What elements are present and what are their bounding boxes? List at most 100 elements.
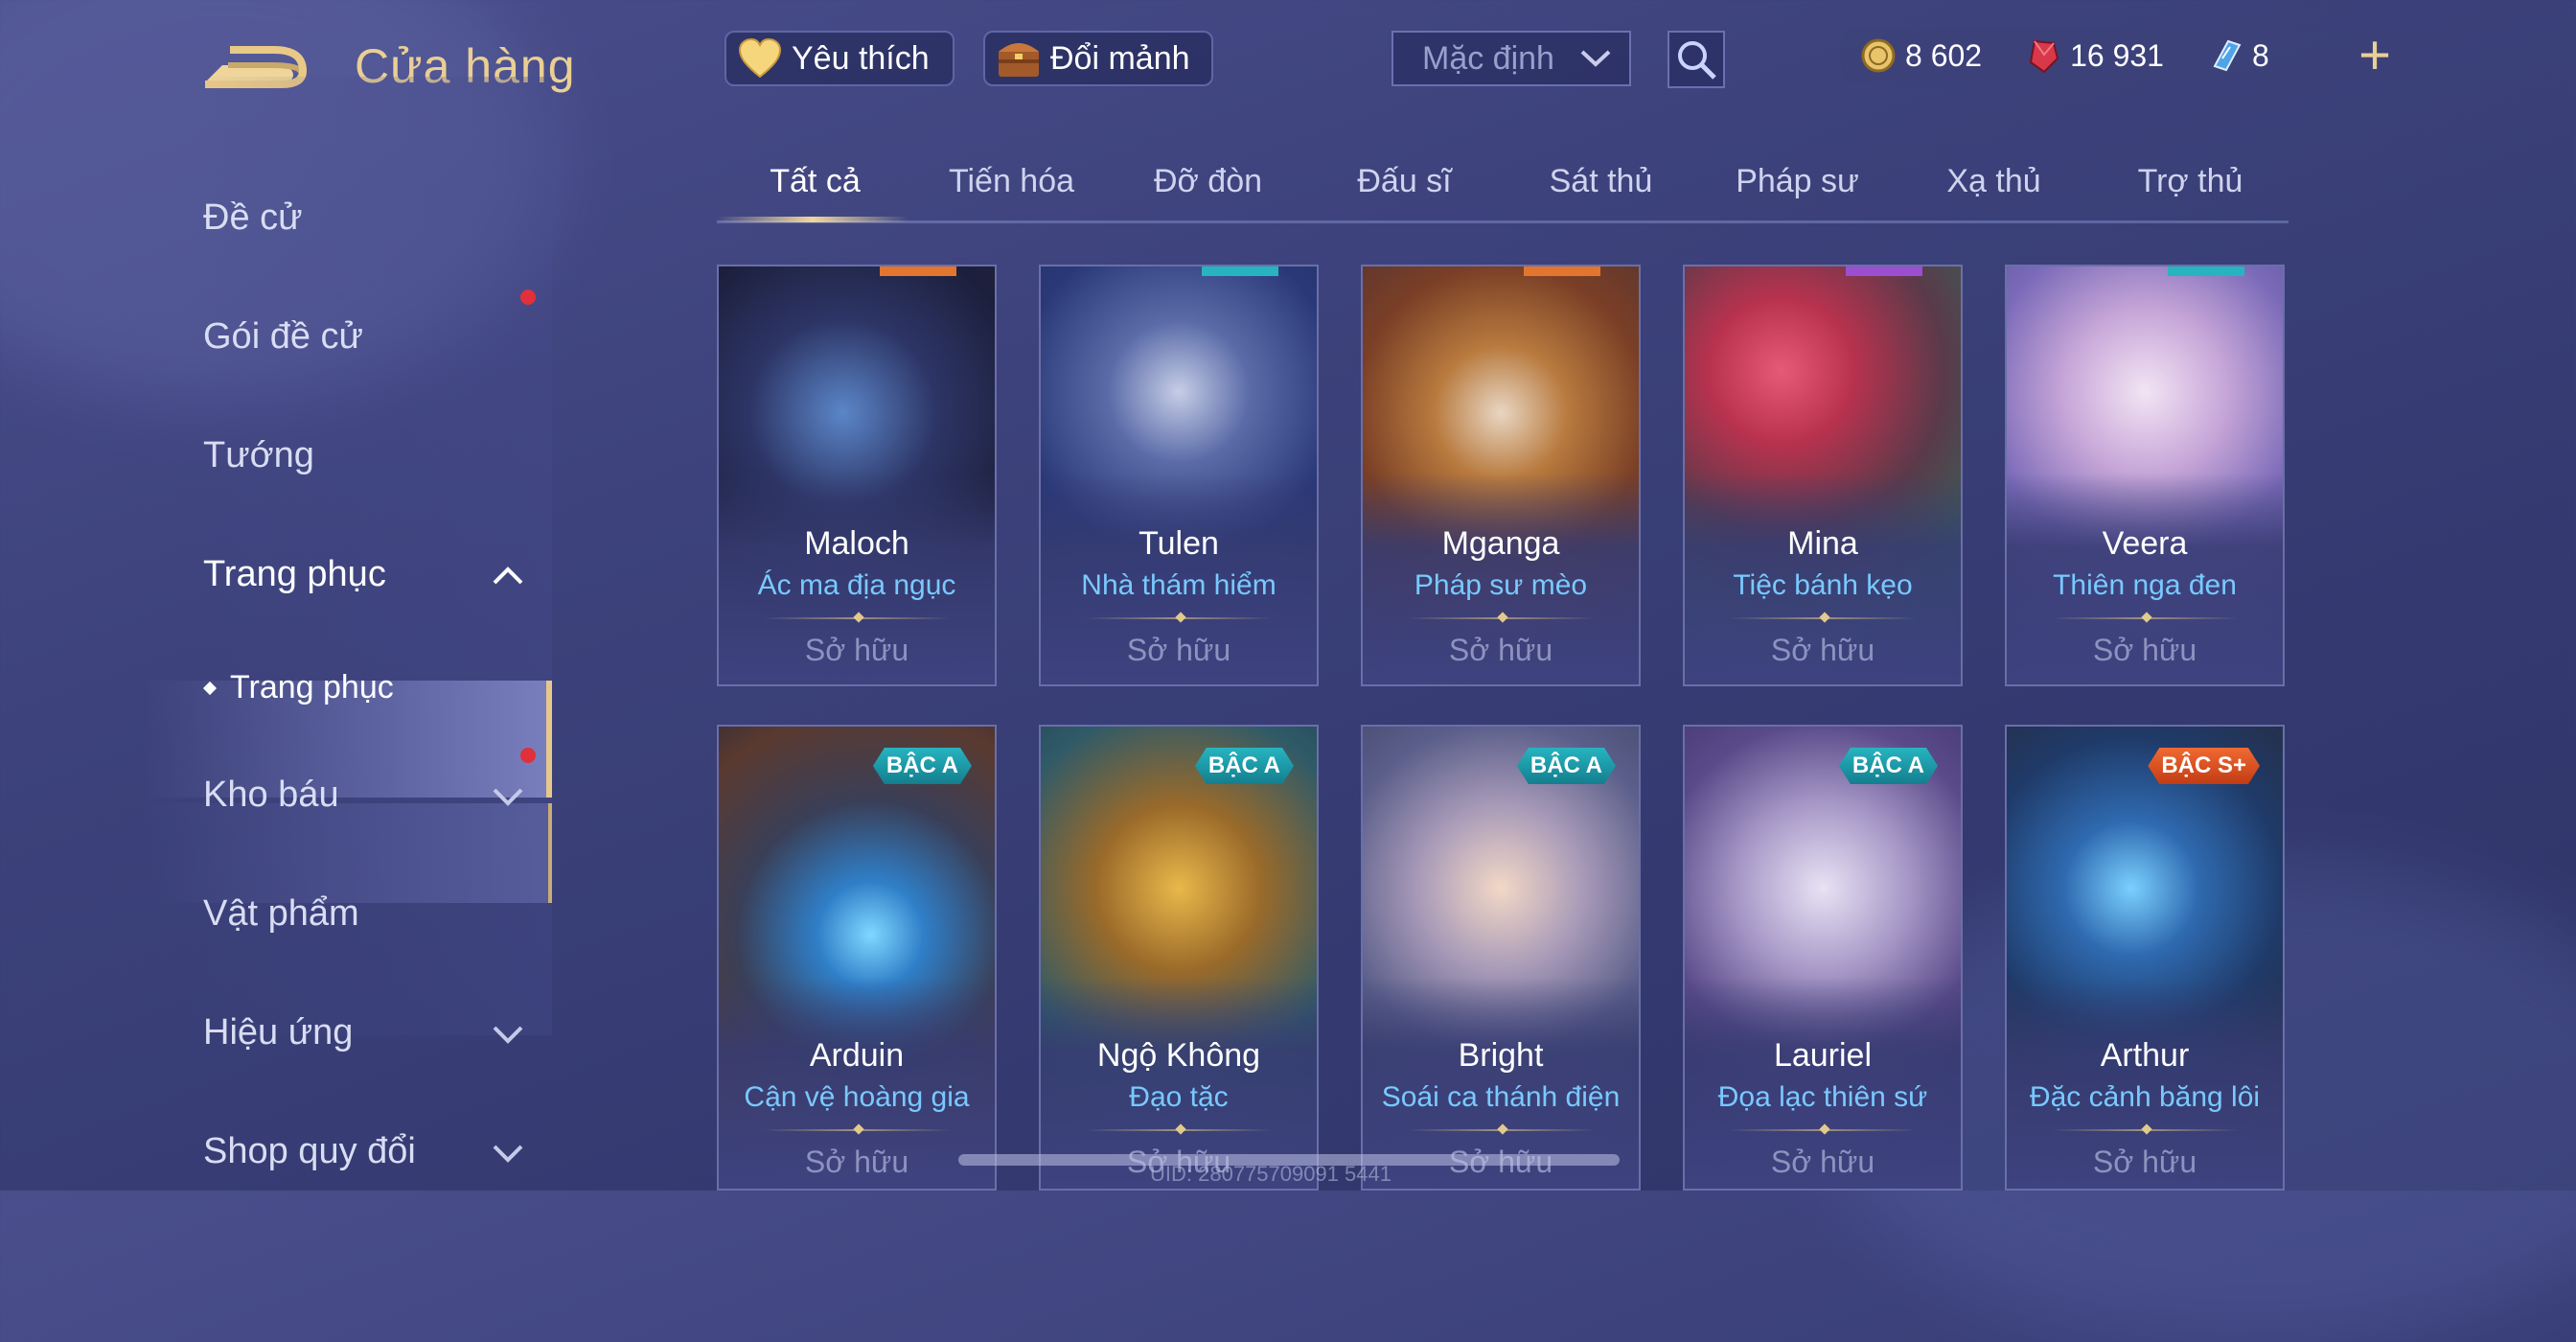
skin-name: Cận vệ hoàng gia xyxy=(744,1081,970,1113)
active-tab-indicator xyxy=(717,217,908,222)
sidebar-item-recommended-bundles[interactable]: Gói đề cử xyxy=(203,316,363,358)
sidebar-item-exchange-shop[interactable]: Shop quy đổi xyxy=(203,1131,416,1172)
gold-coin-icon xyxy=(1859,36,1898,75)
notification-badge xyxy=(520,289,536,305)
tab-all[interactable]: Tất cả xyxy=(717,163,913,200)
skin-card[interactable]: Mganga Pháp sư mèo Sở hữu xyxy=(1361,265,1641,686)
skin-name: Ác ma địa ngục xyxy=(757,569,956,601)
hero-name: Arthur xyxy=(2100,1037,2190,1074)
sidebar: Đề cử Gói đề cử Tướng Trang phục Trang p… xyxy=(0,163,556,1191)
sidebar-subitem-highlight xyxy=(144,803,552,903)
gold-balance: 8 602 xyxy=(1859,36,1982,75)
hero-name: Tulen xyxy=(1138,525,1219,562)
owned-status: Sở hữu xyxy=(804,633,909,667)
sidebar-subitem-label: Trang phục xyxy=(230,669,394,706)
skin-card[interactable]: Maloch Ác ma địa ngục Sở hữu xyxy=(717,265,997,686)
tier-badge: BẬC A xyxy=(873,748,972,784)
skin-card[interactable]: BẬC A Arduin Cận vệ hoàng gia Sở hữu xyxy=(717,725,997,1191)
currency-bar: 8 602 16 931 8 xyxy=(1842,29,2417,82)
treasure-chest-icon xyxy=(995,36,1043,81)
tab-marksman[interactable]: Xạ thủ xyxy=(1896,163,2092,200)
sidebar-item-recommended[interactable]: Đề cử xyxy=(203,197,303,239)
skin-name: Nhà thám hiểm xyxy=(1081,569,1276,601)
tab-assassin[interactable]: Sát thủ xyxy=(1503,163,1699,200)
voucher-value: 8 xyxy=(2251,37,2269,73)
owned-status: Sở hữu xyxy=(2092,1145,2197,1179)
tier-badge-partial xyxy=(1202,266,1278,276)
skin-card[interactable]: BẬC A Ngộ Không Đạo tặc Sở hữu xyxy=(1039,725,1319,1191)
ruby-balance: 16 931 xyxy=(2024,36,2164,75)
search-button[interactable] xyxy=(1668,31,1725,88)
skin-card[interactable]: BẬC S+ Arthur Đặc cảnh băng lôi Sở hữu xyxy=(2005,725,2285,1191)
skin-name: Pháp sư mèo xyxy=(1414,569,1588,601)
owned-status: Sở hữu xyxy=(1770,633,1875,667)
tier-badge: BẬC A xyxy=(1517,748,1616,784)
hero-name: Maloch xyxy=(804,525,909,562)
sort-dropdown-value: Mặc định xyxy=(1422,39,1554,77)
favorites-button[interactable]: Yêu thích xyxy=(724,31,954,86)
owned-status: Sở hữu xyxy=(804,1145,909,1179)
sidebar-item-heroes[interactable]: Tướng xyxy=(203,435,314,476)
exchange-shards-button[interactable]: Đổi mảnh xyxy=(983,31,1213,86)
skin-name: Tiệc bánh kẹo xyxy=(1733,569,1913,601)
search-icon xyxy=(1678,41,1716,80)
tab-support[interactable]: Trợ thủ xyxy=(2092,163,2288,200)
hero-name: Lauriel xyxy=(1773,1037,1873,1074)
heart-icon xyxy=(736,36,784,81)
tier-badge-partial xyxy=(1846,266,1922,276)
sidebar-subitem-skins[interactable]: Trang phục xyxy=(202,669,394,706)
exchange-shards-label: Đổi mảnh xyxy=(1050,39,1190,77)
voucher-icon xyxy=(2206,36,2244,75)
tier-badge-partial xyxy=(1524,266,1600,276)
gold-value: 8 602 xyxy=(1905,37,1983,73)
owned-status: Sở hữu xyxy=(1448,633,1553,667)
sidebar-item-effects[interactable]: Hiệu ứng xyxy=(203,1012,353,1053)
hero-name: Ngộ Không xyxy=(1096,1037,1261,1074)
voucher-balance: 8 xyxy=(2206,36,2269,75)
add-currency-button[interactable]: + xyxy=(2348,28,2402,83)
sort-dropdown[interactable]: Mặc định xyxy=(1392,31,1631,86)
tab-tank[interactable]: Đỡ đòn xyxy=(1110,163,1306,200)
tier-badge: BẬC A xyxy=(1839,748,1938,784)
skin-card[interactable]: Tulen Nhà thám hiểm Sở hữu xyxy=(1039,265,1319,686)
sidebar-item-items[interactable]: Vật phẩm xyxy=(203,893,359,935)
ruby-gem-icon xyxy=(2024,36,2062,75)
hero-name: Mganga xyxy=(1441,525,1560,562)
skin-name: Soái ca thánh điện xyxy=(1381,1081,1621,1113)
tab-warrior[interactable]: Đấu sĩ xyxy=(1306,163,1503,200)
hero-name: Veera xyxy=(2102,525,2188,562)
skin-name: Đạo tặc xyxy=(1129,1081,1229,1113)
skin-name: Đọa lạc thiên sứ xyxy=(1717,1081,1928,1113)
skin-card[interactable]: Mina Tiệc bánh kẹo Sở hữu xyxy=(1683,265,1963,686)
chevron-down-icon xyxy=(493,1026,523,1044)
hero-name: Arduin xyxy=(809,1037,905,1074)
hero-name: Mina xyxy=(1787,525,1858,562)
tier-badge-partial xyxy=(880,266,956,276)
chevron-down-icon xyxy=(493,1145,523,1163)
tab-evolution[interactable]: Tiến hóa xyxy=(913,163,1110,200)
chevron-down-icon xyxy=(1580,50,1611,67)
favorites-label: Yêu thích xyxy=(792,39,930,77)
category-tabs: Tất cả Tiến hóa Đỡ đòn Đấu sĩ Sát thủ Ph… xyxy=(717,163,2288,224)
skin-card[interactable]: BẬC A Lauriel Đọa lạc thiên sứ Sở hữu xyxy=(1683,725,1963,1191)
notification-badge xyxy=(520,748,536,763)
owned-status: Sở hữu xyxy=(1770,1145,1875,1179)
skin-card[interactable]: Veera Thiên nga đen Sở hữu xyxy=(2005,265,2285,686)
skin-name: Đặc cảnh băng lôi xyxy=(2029,1081,2261,1113)
sidebar-item-skins[interactable]: Trang phục xyxy=(203,554,386,595)
chevron-up-icon xyxy=(493,567,523,585)
tab-mage[interactable]: Pháp sư xyxy=(1699,163,1896,200)
skin-name: Thiên nga đen xyxy=(2053,569,2237,601)
owned-status: Sở hữu xyxy=(1126,633,1231,667)
hero-name: Bright xyxy=(1458,1037,1544,1074)
skin-card[interactable]: BẬC A Bright Soái ca thánh điện Sở hữu xyxy=(1361,725,1641,1191)
chevron-down-icon xyxy=(493,788,523,806)
bullet-diamond-icon xyxy=(202,681,218,695)
sidebar-item-treasure[interactable]: Kho báu xyxy=(203,775,339,816)
tier-badge: BẬC S+ xyxy=(2148,748,2260,784)
ruby-value: 16 931 xyxy=(2070,37,2164,73)
user-id-watermark: UID: 280775709091 5441 xyxy=(1150,1162,1392,1186)
tabs-divider xyxy=(717,220,2288,223)
tier-badge-partial xyxy=(2168,266,2244,276)
owned-status: Sở hữu xyxy=(2092,633,2197,667)
